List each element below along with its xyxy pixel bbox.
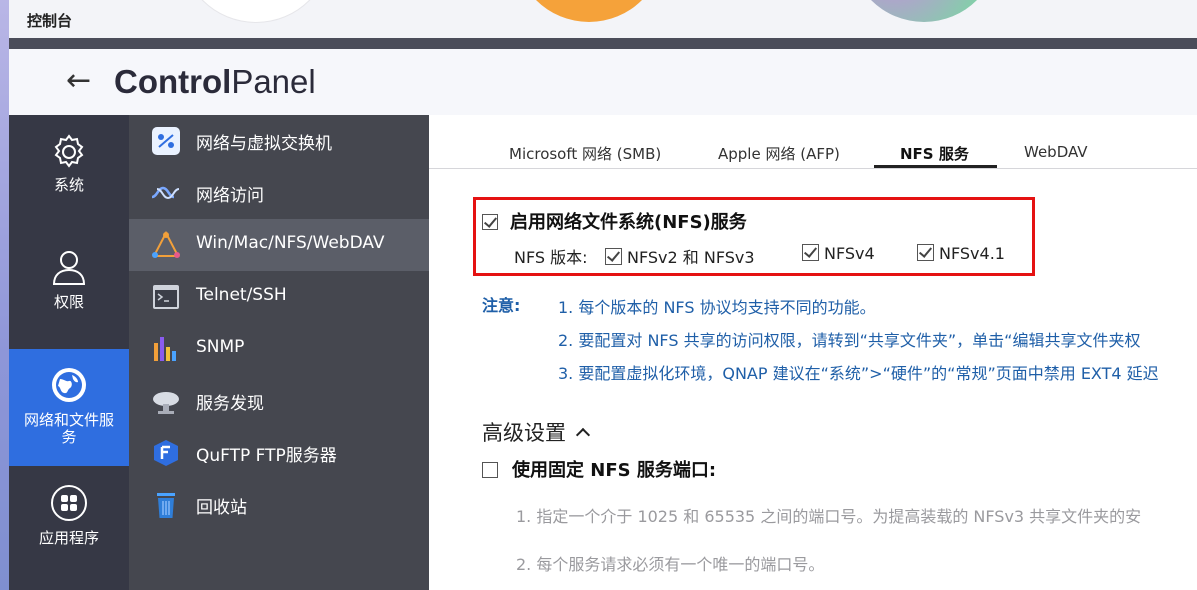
nav-item-label-line1: 网络和文件服	[23, 411, 114, 429]
tab-bar: Microsoft 网络 (SMB) Apple 网络 (AFP) NFS 服务…	[429, 115, 1197, 169]
arrow-left-icon[interactable]: ←	[66, 63, 91, 99]
nav-item-network-file-services[interactable]: 网络和文件服 务	[9, 349, 129, 466]
nav2-item-snmp[interactable]: SNMP	[129, 323, 429, 375]
nav2-item-telnet-ssh[interactable]: Telnet/SSH	[129, 271, 429, 323]
desktop-app-icon	[849, 0, 999, 22]
nav2-item-label: 网络与虚拟交换机	[196, 134, 332, 154]
tab-smb[interactable]: Microsoft 网络 (SMB)	[509, 143, 661, 164]
chevron-up-icon[interactable]	[575, 427, 591, 443]
primary-sidebar: 系统 权限 网络和文件服 务 应用程序	[9, 115, 129, 590]
terminal-icon	[153, 285, 179, 309]
nav-item-privilege[interactable]: 权限	[9, 248, 129, 311]
advanced-settings-title: 高级设置	[482, 421, 566, 445]
screen: 控制台 ← ControlPanel 系统 权限 网络和文件服 务 应用程序 网…	[0, 0, 1197, 590]
nfs-version-option[interactable]: NFSv2 和 NFSv3	[605, 244, 755, 268]
nfs-version-option[interactable]: NFSv4.1	[917, 244, 1005, 263]
enable-nfs-label: 启用网络文件系统(NFS)服务	[510, 212, 747, 233]
page-title: ControlPanel	[114, 63, 316, 101]
nav2-item-label: 回收站	[196, 498, 247, 518]
nav2-item-label: 网络访问	[196, 186, 264, 206]
network-access-icon	[151, 186, 180, 200]
nav2-item-label: 服务发现	[196, 394, 264, 414]
fixed-port-checkbox[interactable]	[482, 462, 498, 478]
nav-item-label-line2: 务	[61, 428, 77, 446]
note-item: 1. 每个版本的 NFS 协议均支持不同的功能。	[558, 298, 876, 317]
desktop-background	[0, 0, 9, 590]
nav-item-applications[interactable]: 应用程序	[9, 484, 129, 547]
nav2-item-service-discovery[interactable]: 服务发现	[129, 375, 429, 427]
nfsv4-label: NFSv4	[824, 244, 875, 263]
network-switch-icon	[152, 127, 180, 155]
fixed-port-label: 使用固定 NFS 服务端口:	[512, 460, 717, 481]
content-panel: Microsoft 网络 (SMB) Apple 网络 (AFP) NFS 服务…	[429, 115, 1197, 590]
nfsv4-checkbox[interactable]	[802, 244, 819, 261]
nfsv41-checkbox[interactable]	[917, 244, 934, 261]
nav-item-label: 系统	[53, 176, 84, 194]
nav2-item-quftp[interactable]: QuFTP FTP服务器	[129, 427, 429, 479]
nav2-item-label: QuFTP FTP服务器	[196, 446, 337, 466]
nfs-version-row: NFS 版本:	[514, 244, 588, 268]
nav2-item-network-virtual-switch[interactable]: 网络与虚拟交换机	[129, 115, 429, 167]
trash-icon	[157, 493, 175, 518]
tab-nfs[interactable]: NFS 服务	[900, 143, 969, 164]
user-icon	[52, 251, 86, 285]
note-item: 3. 要配置虚拟化环境，QNAP 建议在“系统”>“硬件”的“常规”页面中禁用 …	[558, 364, 1159, 383]
win-mac-nfs-icon	[152, 231, 180, 258]
nfsv2-v3-label: NFSv2 和 NFSv3	[627, 248, 755, 267]
nav-item-label: 权限	[53, 293, 84, 311]
window-divider-bar	[9, 38, 1197, 49]
bar-chart-icon	[154, 337, 176, 361]
hint-text: 1. 指定一个介于 1025 和 65535 之间的端口号。为提高装载的 NFS…	[516, 507, 1142, 526]
desktop-app-icon	[181, 0, 331, 22]
nav2-item-label: Telnet/SSH	[196, 285, 287, 305]
nav-item-label: 应用程序	[38, 529, 99, 547]
enable-nfs-checkbox[interactable]	[482, 214, 498, 230]
ftp-icon	[154, 440, 178, 466]
nav2-item-network-access[interactable]: 网络访问	[129, 167, 429, 219]
nav2-item-label: Win/Mac/NFS/WebDAV	[196, 233, 385, 253]
nfs-version-label: NFS 版本:	[514, 248, 588, 267]
tab-afp[interactable]: Apple 网络 (AFP)	[718, 143, 840, 164]
desktop-app-icon	[514, 0, 664, 22]
globe-icon	[52, 368, 86, 402]
secondary-sidebar: 网络与虚拟交换机 网络访问 Win/Mac/NFS/WebDAV Telnet/…	[129, 115, 429, 590]
tab-webdav[interactable]: WebDAV	[1024, 143, 1088, 161]
nav2-item-recycle-bin[interactable]: 回收站	[129, 479, 429, 531]
nfs-version-option[interactable]: NFSv4	[802, 244, 875, 263]
window-title: 控制台	[27, 12, 73, 30]
fixed-port-row[interactable]: 使用固定 NFS 服务端口:	[482, 456, 716, 482]
nav2-item-label: SNMP	[196, 337, 245, 357]
active-tab-indicator	[874, 165, 997, 168]
note-label: 注意:	[482, 296, 521, 315]
gear-icon	[54, 134, 84, 168]
window-titlebar: 控制台	[9, 0, 1197, 38]
note-item: 2. 要配置对 NFS 共享的访问权限，请转到“共享文件夹”，单击“编辑共享文件…	[558, 331, 1141, 350]
apps-grid-icon	[51, 485, 87, 521]
nfsv41-label: NFSv4.1	[939, 244, 1005, 263]
nav2-item-win-mac-nfs-webdav[interactable]: Win/Mac/NFS/WebDAV	[129, 219, 429, 271]
satellite-dish-icon	[153, 392, 179, 414]
nav-item-system[interactable]: 系统	[9, 133, 129, 194]
brand-bold: Control	[114, 63, 232, 100]
advanced-settings-header[interactable]: 高级设置	[482, 417, 591, 447]
brand-light: Panel	[231, 63, 316, 100]
nfsv2-v3-checkbox[interactable]	[605, 248, 622, 265]
enable-nfs-row[interactable]: 启用网络文件系统(NFS)服务	[482, 208, 747, 234]
hint-text: 2. 每个服务请求必须有一个唯一的端口号。	[516, 555, 825, 574]
page-header: ← ControlPanel	[9, 49, 1197, 115]
